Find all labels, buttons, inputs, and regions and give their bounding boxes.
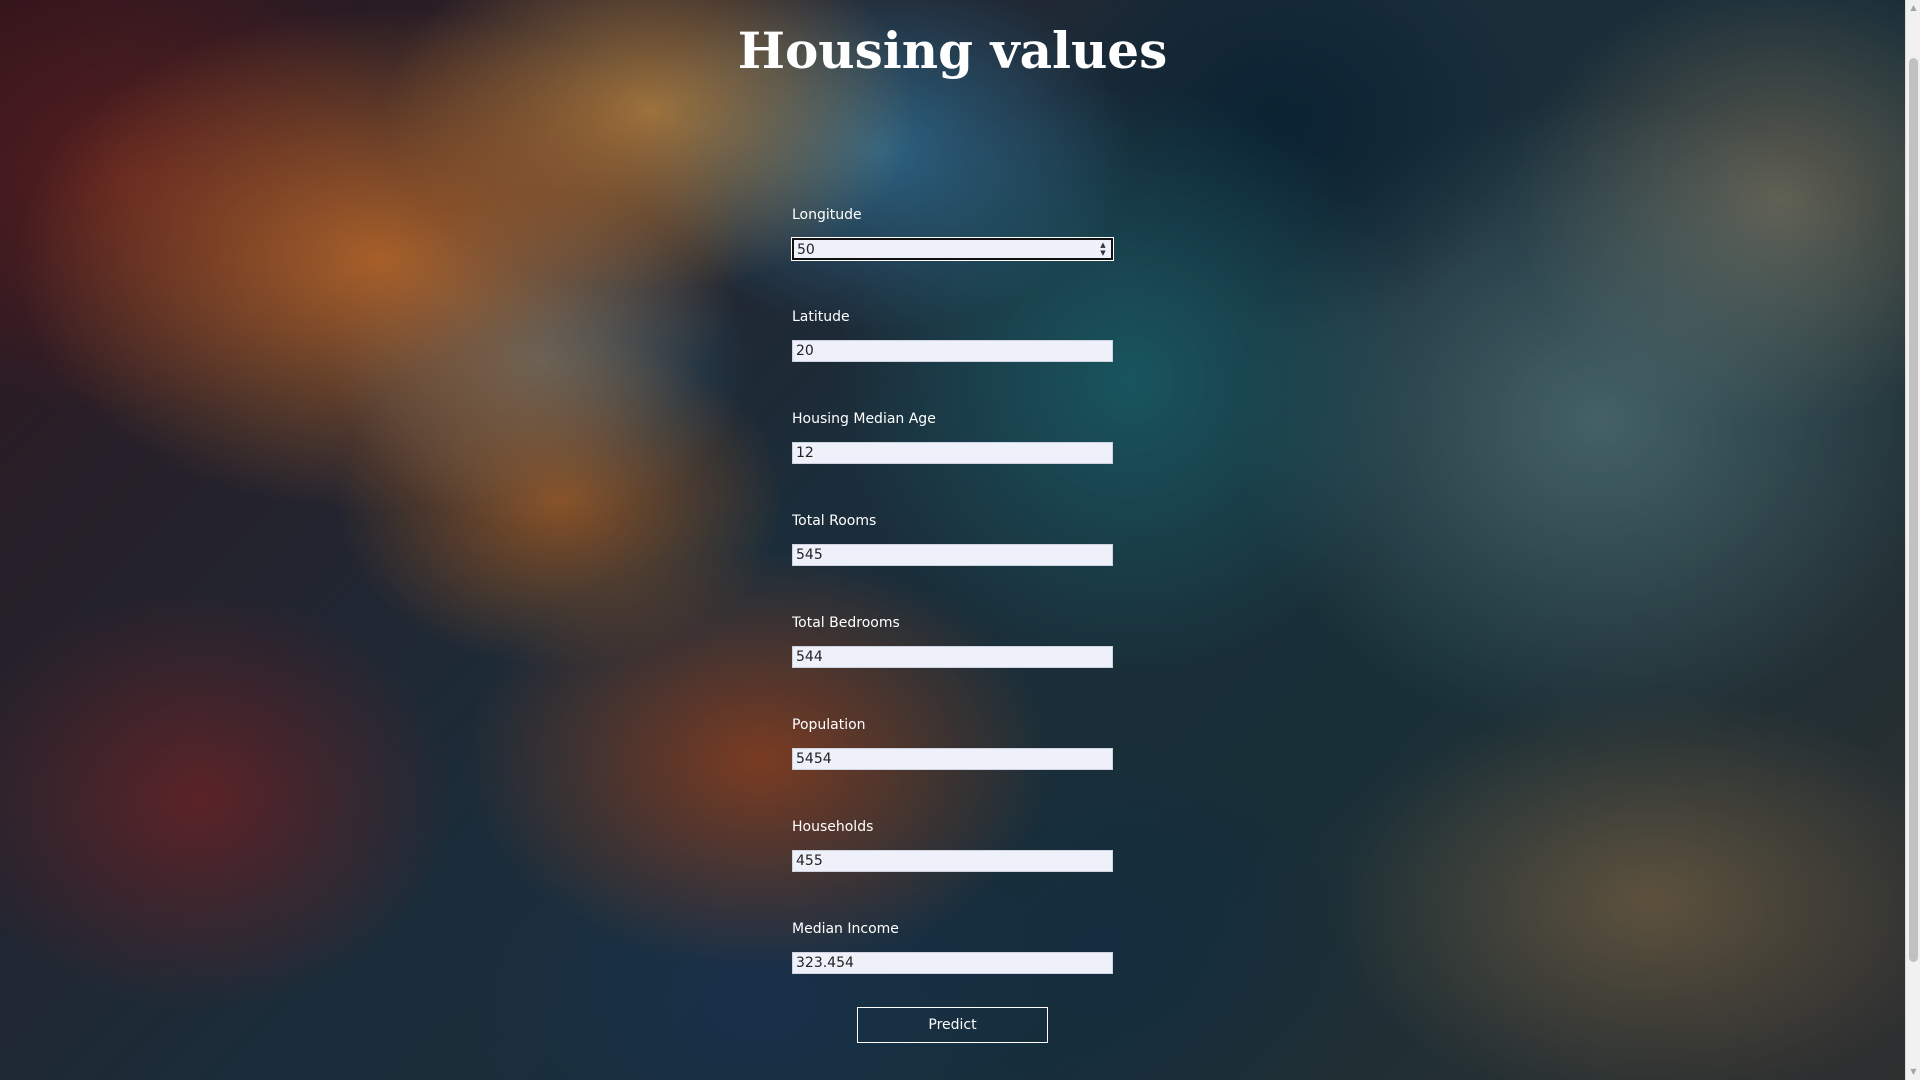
median-income-input[interactable]: 323.454: [792, 952, 1113, 974]
total-bedrooms-input[interactable]: 544: [792, 646, 1113, 668]
number-spinner-icon[interactable]: ▲ ▼: [1099, 241, 1107, 257]
field-population: Population 5454: [792, 708, 1113, 810]
housing-form: Longitude 50 ▲ ▼ Latitude 20 Housing Medi…: [791, 198, 1114, 1014]
predict-button[interactable]: Predict: [857, 1007, 1048, 1043]
page-title: Housing values: [737, 21, 1168, 80]
households-value: 455: [796, 853, 823, 869]
longitude-label: Longitude: [792, 207, 862, 223]
vertical-scrollbar[interactable]: ▲ ▼: [1905, 0, 1920, 1080]
scroll-down-arrow-icon[interactable]: ▼: [1906, 1064, 1920, 1080]
median-income-value: 323.454: [796, 955, 854, 971]
field-total-rooms: Total Rooms 545: [792, 504, 1113, 606]
households-label: Households: [792, 819, 874, 835]
population-value: 5454: [796, 751, 832, 767]
housing-median-age-label: Housing Median Age: [792, 411, 936, 427]
field-longitude: Longitude 50 ▲ ▼: [791, 198, 1114, 300]
main-content: Housing values Longitude 50 ▲ ▼ Latitude …: [0, 0, 1905, 1080]
latitude-value: 20: [796, 343, 814, 359]
field-housing-median-age: Housing Median Age 12: [792, 402, 1113, 504]
households-input[interactable]: 455: [792, 850, 1113, 872]
page: Housing values Longitude 50 ▲ ▼ Latitude …: [0, 0, 1920, 1080]
median-income-label: Median Income: [792, 921, 899, 937]
latitude-input[interactable]: 20: [792, 340, 1113, 362]
longitude-input[interactable]: 50 ▲ ▼: [791, 237, 1114, 261]
population-label: Population: [792, 717, 866, 733]
total-rooms-label: Total Rooms: [792, 513, 877, 529]
total-rooms-input[interactable]: 545: [792, 544, 1113, 566]
field-median-income: Median Income 323.454: [792, 912, 1113, 1014]
latitude-label: Latitude: [792, 309, 850, 325]
field-latitude: Latitude 20: [792, 300, 1113, 402]
total-bedrooms-label: Total Bedrooms: [792, 615, 900, 631]
housing-median-age-input[interactable]: 12: [792, 442, 1113, 464]
field-households: Households 455: [792, 810, 1113, 912]
scroll-up-arrow-icon[interactable]: ▲: [1906, 0, 1920, 16]
total-rooms-value: 545: [796, 547, 823, 563]
population-input[interactable]: 5454: [792, 748, 1113, 770]
scrollbar-thumb[interactable]: [1909, 58, 1918, 962]
housing-median-age-value: 12: [796, 445, 814, 461]
longitude-value: 50: [797, 242, 815, 258]
field-total-bedrooms: Total Bedrooms 544: [792, 606, 1113, 708]
total-bedrooms-value: 544: [796, 649, 823, 665]
